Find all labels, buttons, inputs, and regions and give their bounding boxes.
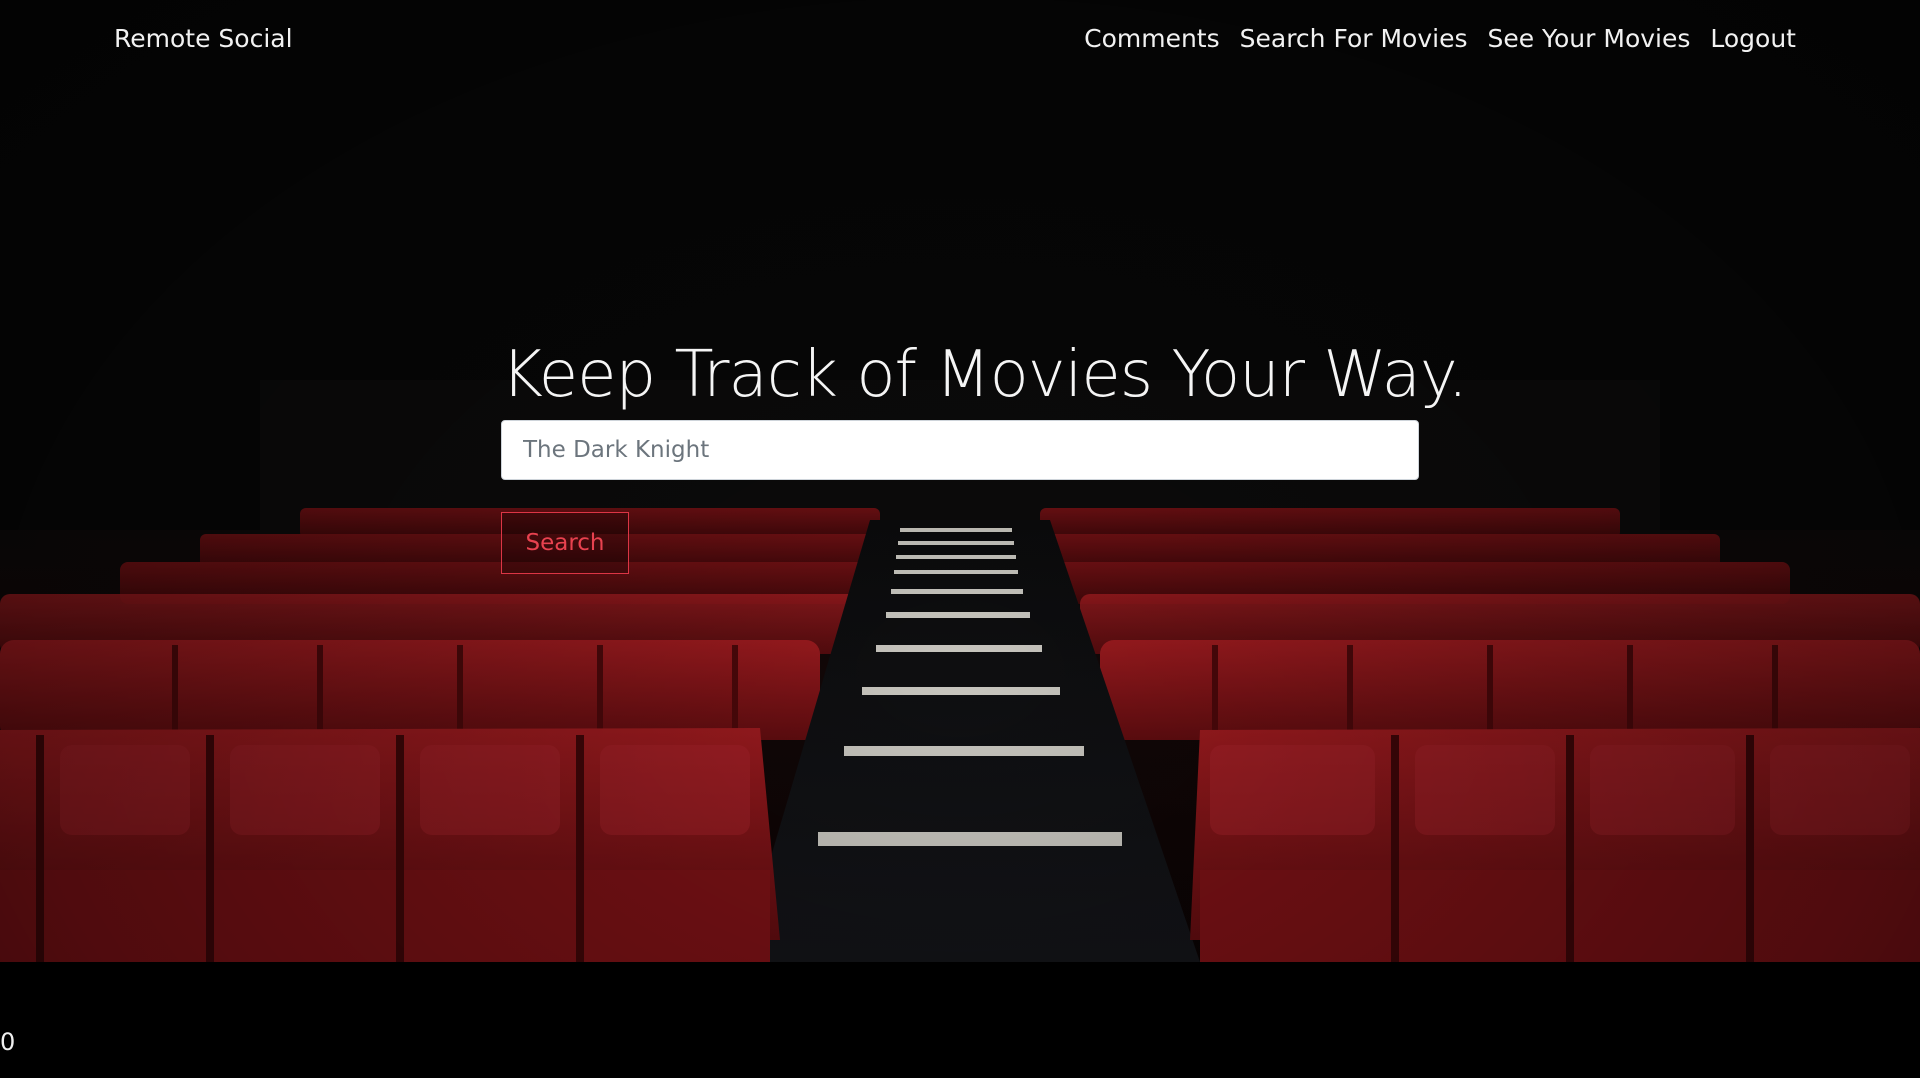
nav-link-comments[interactable]: Comments: [1084, 24, 1220, 53]
navbar: Remote Social Comments Search For Movies…: [0, 0, 1920, 80]
nav-link-logout[interactable]: Logout: [1710, 24, 1796, 53]
page: Remote Social Comments Search For Movies…: [0, 0, 1920, 1078]
nav-link-search-for-movies[interactable]: Search For Movies: [1240, 24, 1468, 53]
nav-links: Comments Search For Movies See Your Movi…: [1084, 24, 1796, 53]
counter-text: 0: [0, 1028, 16, 1056]
search-button[interactable]: Search: [501, 512, 629, 574]
hero-content: Keep Track of Movies Your Way. Search: [501, 332, 1468, 574]
hero-title: Keep Track of Movies Your Way.: [501, 338, 1468, 412]
brand-link[interactable]: Remote Social: [114, 24, 293, 53]
nav-link-see-your-movies[interactable]: See Your Movies: [1487, 24, 1690, 53]
movie-search-input[interactable]: [501, 420, 1419, 480]
